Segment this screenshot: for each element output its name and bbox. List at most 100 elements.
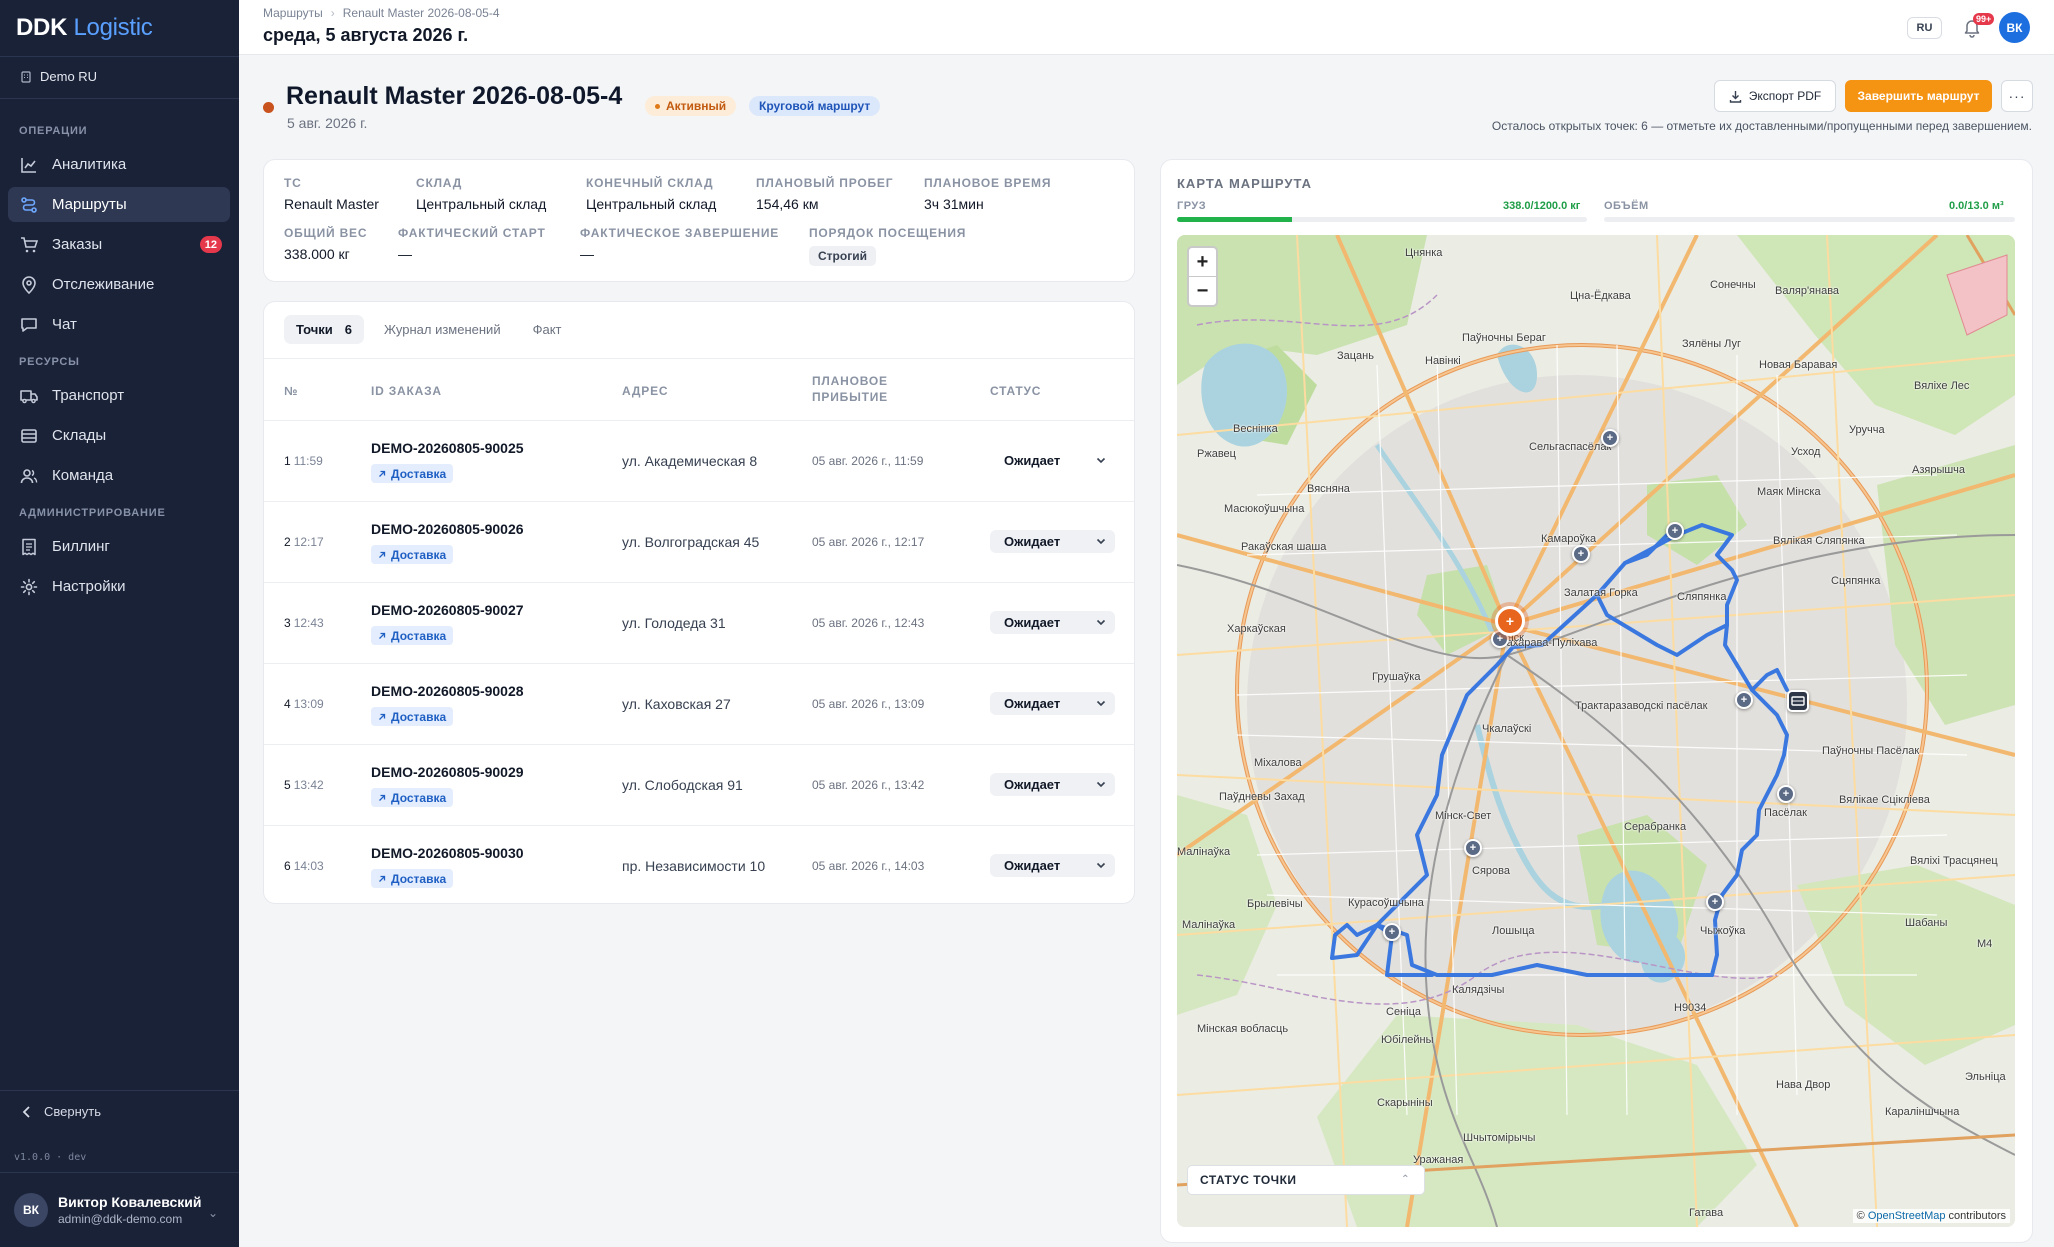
map-place-label: M4 xyxy=(1977,938,1993,950)
point-status-select[interactable]: Ожидает xyxy=(990,611,1115,634)
point-status-select[interactable]: Ожидает xyxy=(990,530,1115,553)
order-id-link[interactable]: DEMO-20260805-90027 xyxy=(371,602,524,618)
point-number: 4 13:09 xyxy=(284,697,324,711)
chevron-down-icon[interactable]: ⌄ xyxy=(208,1206,218,1220)
openstreetmap-link[interactable]: OpenStreetMap xyxy=(1868,1210,1946,1222)
zoom-in-button[interactable]: + xyxy=(1189,248,1216,277)
org-switcher[interactable]: Demo RU xyxy=(20,69,97,84)
delivery-type-badge: Доставка xyxy=(371,464,454,483)
chevron-down-icon xyxy=(1096,862,1106,869)
map-place-label: Уручча xyxy=(1849,424,1885,436)
sidebar-item-billing[interactable]: Биллинг xyxy=(8,529,230,564)
truck-icon xyxy=(20,387,38,405)
point-index: 3 xyxy=(284,616,291,630)
route-point-marker[interactable]: + xyxy=(1777,785,1795,803)
point-status-select[interactable]: Ожидает xyxy=(990,692,1115,715)
warehouse-icon xyxy=(20,427,38,445)
avatar[interactable]: ВК xyxy=(1999,12,2030,43)
receipt-icon xyxy=(20,538,38,556)
depot-marker[interactable]: + xyxy=(1495,606,1525,636)
zoom-out-button[interactable]: − xyxy=(1189,277,1216,306)
delivery-type-label: Доставка xyxy=(391,547,447,562)
table-row[interactable]: 1 11:59 DEMO-20260805-90025 Доставка ул. Ака… xyxy=(264,421,1134,502)
sidebar-item-warehouses[interactable]: Склады xyxy=(8,418,230,453)
sidebar-item-transport[interactable]: Транспорт xyxy=(8,378,230,413)
point-status-select[interactable]: Ожидает xyxy=(990,449,1115,472)
map-place-label: Малінаўка xyxy=(1177,846,1231,858)
map-place-label: Азярышча xyxy=(1912,464,1966,476)
point-status-select[interactable]: Ожидает xyxy=(990,773,1115,796)
table-row[interactable]: 4 13:09 DEMO-20260805-90028 Доставка ул. Ках… xyxy=(264,664,1134,745)
route-point-marker[interactable]: + xyxy=(1464,839,1482,857)
collapse-sidebar-button[interactable]: Свернуть xyxy=(22,1104,101,1119)
top-header: Маршруты › Renault Master 2026-08-05-4 с… xyxy=(239,0,2054,55)
sidebar-item-routes[interactable]: Маршруты xyxy=(8,187,230,222)
map-place-label: Нава Двор xyxy=(1776,1079,1831,1091)
map-place-label: Веснінка xyxy=(1233,423,1278,435)
map-place-label: Калядзічы xyxy=(1452,984,1505,996)
delivery-type-label: Доставка xyxy=(391,628,447,643)
more-options-button[interactable]: ··· xyxy=(2001,80,2033,112)
field-label: ПЛАНОВОЕ ВРЕМЯ xyxy=(924,176,1052,190)
map-tiles xyxy=(1177,235,2015,1227)
route-map[interactable]: Цна-Ёдкава Сонечны Валяр'янава Цнянка Паўноч… xyxy=(1177,235,2015,1227)
tab-fact[interactable]: Факт xyxy=(521,315,574,344)
point-index: 2 xyxy=(284,535,291,549)
sidebar-item-label: Биллинг xyxy=(52,538,110,555)
map-place-label: Вяліхі Трасцянец xyxy=(1910,855,1998,867)
tab-count: 6 xyxy=(344,322,353,337)
order-id-link[interactable]: DEMO-20260805-90025 xyxy=(371,440,524,456)
order-id-link[interactable]: DEMO-20260805-90028 xyxy=(371,683,524,699)
table-row[interactable]: 3 12:43 DEMO-20260805-90027 Доставка ул. Гол… xyxy=(264,583,1134,664)
order-id-link[interactable]: DEMO-20260805-90030 xyxy=(371,845,524,861)
map-place-label: Пасёлак xyxy=(1764,807,1807,819)
route-point-marker[interactable]: + xyxy=(1706,893,1724,911)
point-address: ул. Слободская 91 xyxy=(622,777,743,793)
point-address: ул. Волгоградская 45 xyxy=(622,534,760,550)
sidebar-item-tracking[interactable]: Отслеживание xyxy=(8,267,230,302)
route-point-marker[interactable]: + xyxy=(1572,545,1590,563)
table-row[interactable]: 2 12:17 DEMO-20260805-90026 Доставка ул. Вол… xyxy=(264,502,1134,583)
sidebar-divider xyxy=(0,56,239,57)
order-id-link[interactable]: DEMO-20260805-90026 xyxy=(371,521,524,537)
sidebar-item-team[interactable]: Команда xyxy=(8,458,230,493)
export-pdf-button[interactable]: Экспорт PDF xyxy=(1714,80,1836,112)
column-header-eta-line2: ПРИБЫТИЕ xyxy=(812,390,888,404)
sidebar-item-label: Команда xyxy=(52,467,114,484)
field-value: — xyxy=(398,246,412,262)
map-place-label: Ржавец xyxy=(1197,448,1236,460)
status-badge: Активный xyxy=(645,96,737,116)
tab-points[interactable]: Точки 6 xyxy=(284,315,365,344)
map-place-label: Скарыніны xyxy=(1377,1097,1433,1109)
sidebar-item-analytics[interactable]: Аналитика xyxy=(8,147,230,182)
sidebar-item-chat[interactable]: Чат xyxy=(8,307,230,342)
finish-route-button[interactable]: Завершить маршрут xyxy=(1845,80,1992,112)
breadcrumb-routes-link[interactable]: Маршруты xyxy=(263,6,323,20)
route-point-marker[interactable]: + xyxy=(1735,691,1753,709)
visit-order-badge: Строгий xyxy=(809,246,876,266)
tab-change-log[interactable]: Журнал изменений xyxy=(372,315,513,344)
language-button[interactable]: RU xyxy=(1907,17,1942,39)
user-menu[interactable]: ВК Виктор Ковалевский admin@ddk-demo.com xyxy=(14,1193,201,1227)
vehicle-marker[interactable] xyxy=(1787,690,1809,712)
table-row[interactable]: 6 14:03 DEMO-20260805-90030 Доставка пр. Нез… xyxy=(264,826,1134,903)
route-point-marker[interactable]: + xyxy=(1383,923,1401,941)
point-status-select[interactable]: Ожидает xyxy=(990,854,1115,877)
route-point-marker[interactable]: + xyxy=(1666,522,1684,540)
map-place-label: Залатая Горка xyxy=(1564,587,1638,599)
map-place-label: Цна-Ёдкава xyxy=(1570,290,1631,302)
sidebar-item-settings[interactable]: Настройки xyxy=(8,569,230,604)
gear-icon xyxy=(20,578,38,596)
table-row[interactable]: 5 13:42 DEMO-20260805-90029 Доставка ул. Сло… xyxy=(264,745,1134,826)
route-point-marker[interactable]: + xyxy=(1601,429,1619,447)
order-id-link[interactable]: DEMO-20260805-90029 xyxy=(371,764,524,780)
sidebar-item-label: Заказы xyxy=(52,236,103,253)
point-status-legend-toggle[interactable]: СТАТУС ТОЧКИ ⌃ xyxy=(1187,1165,1425,1195)
app-logo[interactable]: DDK Logistic xyxy=(16,14,153,42)
sidebar-item-orders[interactable]: Заказы 12 xyxy=(8,227,230,262)
arrow-up-right-icon xyxy=(379,875,386,882)
map-title: КАРТА МАРШРУТА xyxy=(1177,176,1312,191)
section-label-operations: ОПЕРАЦИИ xyxy=(19,125,88,137)
remaining-points-note: Осталось открытых точек: 6 — отметьте их… xyxy=(1491,119,2032,133)
map-place-label: Сельгаспасёлак xyxy=(1529,441,1612,453)
